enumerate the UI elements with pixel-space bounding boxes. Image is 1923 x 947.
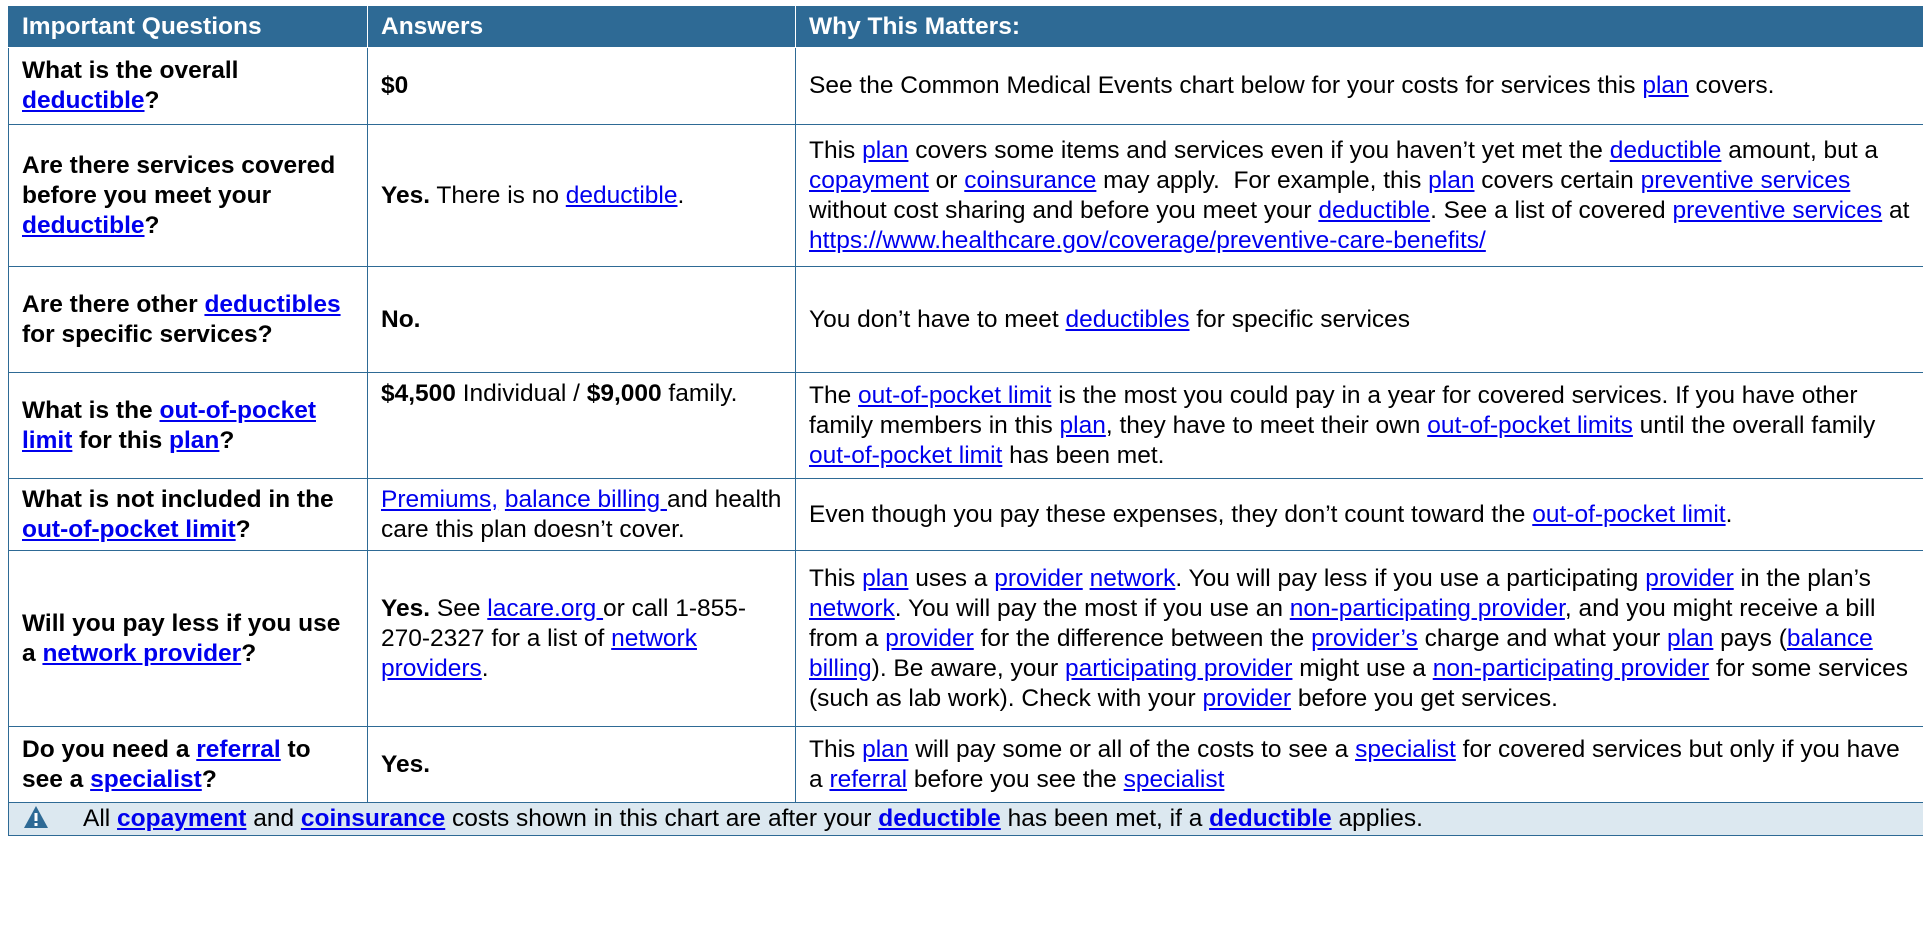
balance-billing-link[interactable]: balance billing bbox=[505, 486, 667, 513]
copayment-link[interactable]: copayment bbox=[809, 167, 929, 194]
deductible-link[interactable]: deductible bbox=[22, 87, 145, 114]
question-cell: What is not included in the out-of-pocke… bbox=[8, 478, 368, 551]
deductible-link[interactable]: deductible bbox=[1610, 137, 1722, 164]
why-cell: See the Common Medical Events chart belo… bbox=[795, 47, 1923, 125]
out-of-pocket-limit-link[interactable]: out-of-pocket limit bbox=[22, 516, 236, 543]
non-participating-provider-link[interactable]: non-participating provider bbox=[1433, 655, 1709, 682]
healthcare-gov-link[interactable]: https://www.healthcare.gov/coverage/prev… bbox=[809, 227, 1486, 254]
question-cell: Do you need a referral to see a speciali… bbox=[8, 726, 368, 803]
network-link[interactable]: network bbox=[1090, 565, 1176, 592]
header-answers: Answers bbox=[367, 6, 796, 48]
out-of-pocket-limit-link[interactable]: out-of-pocket limit bbox=[1532, 501, 1725, 528]
plan-link[interactable]: plan bbox=[862, 736, 908, 763]
provider-link[interactable]: provider bbox=[885, 625, 974, 652]
referral-link[interactable]: referral bbox=[829, 766, 907, 793]
why-cell: The out-of-pocket limit is the most you … bbox=[795, 372, 1923, 479]
network-provider-link[interactable]: network provider bbox=[42, 640, 241, 667]
coinsurance-link[interactable]: coinsurance bbox=[964, 167, 1096, 194]
question-cell: Are there other deductibles for specific… bbox=[8, 266, 368, 373]
warning-icon bbox=[23, 805, 49, 829]
coinsurance-link[interactable]: coinsurance bbox=[301, 805, 445, 832]
why-cell: This plan covers some items and services… bbox=[795, 124, 1923, 267]
plan-link[interactable]: plan bbox=[1060, 412, 1106, 439]
note-cell: All copayment and coinsurance costs show… bbox=[8, 802, 1923, 836]
deductibles-link[interactable]: deductibles bbox=[1066, 306, 1190, 333]
plan-link[interactable]: plan bbox=[169, 427, 219, 454]
answer-cell: $0 bbox=[367, 47, 796, 125]
answer-value: No. bbox=[381, 305, 421, 333]
answer-value: $0 bbox=[381, 72, 409, 99]
answer-cell: Yes. See lacare.org or call 1-855-270-23… bbox=[367, 550, 796, 727]
plan-link[interactable]: plan bbox=[862, 137, 908, 164]
preventive-services-link[interactable]: preventive services bbox=[1672, 197, 1882, 224]
answer-cell: No. bbox=[367, 266, 796, 373]
participating-provider-link[interactable]: participating provider bbox=[1065, 655, 1292, 682]
specialist-link[interactable]: specialist bbox=[1355, 736, 1456, 763]
header-row: Important Questions Answers Why This Mat… bbox=[8, 6, 1923, 48]
plan-link[interactable]: plan bbox=[1667, 625, 1713, 652]
copayment-link[interactable]: copayment bbox=[117, 805, 246, 832]
answer-cell: $4,500 Individual / $9,000 family. bbox=[367, 372, 796, 479]
sbc-table: Important Questions Answers Why This Mat… bbox=[8, 6, 1923, 836]
row-network-provider: Will you pay less if you use a network p… bbox=[8, 550, 1923, 727]
specialist-link[interactable]: specialist bbox=[1124, 766, 1225, 793]
provider-link[interactable]: provider bbox=[1203, 685, 1292, 712]
provider-link[interactable]: provider bbox=[1645, 565, 1734, 592]
question-cell: Will you pay less if you use a network p… bbox=[8, 550, 368, 727]
provider-link[interactable]: provider bbox=[994, 565, 1083, 592]
question-cell: What is the overall deductible? bbox=[8, 47, 368, 125]
row-referral-specialist: Do you need a referral to see a speciali… bbox=[8, 726, 1923, 803]
out-of-pocket-limits-link[interactable]: out-of-pocket limits bbox=[1427, 412, 1633, 439]
premiums-link[interactable]: Premiums, bbox=[381, 486, 498, 513]
answer-cell: Yes. There is no deductible. bbox=[367, 124, 796, 267]
question-cell: Are there services covered before you me… bbox=[8, 124, 368, 267]
deductible-link[interactable]: deductible bbox=[1209, 805, 1332, 832]
deductibles-link[interactable]: deductibles bbox=[204, 291, 340, 318]
out-of-pocket-limit-link[interactable]: out-of-pocket limit bbox=[809, 442, 1002, 469]
answer-value: Yes. bbox=[381, 750, 431, 778]
providers-link[interactable]: provider’s bbox=[1311, 625, 1418, 652]
why-cell: You don’t have to meet deductibles for s… bbox=[795, 266, 1923, 373]
deductible-link[interactable]: deductible bbox=[22, 212, 145, 239]
row-out-of-pocket-limit: What is the out-of-pocket limit for this… bbox=[8, 372, 1923, 479]
referral-link[interactable]: referral bbox=[196, 736, 280, 763]
why-cell: This plan uses a provider network. You w… bbox=[795, 550, 1923, 727]
out-of-pocket-limit-link[interactable]: out-of-pocket limit bbox=[858, 382, 1051, 409]
question-cell: What is the out-of-pocket limit for this… bbox=[8, 372, 368, 479]
answer-cell: Premiums, balance billing and health car… bbox=[367, 478, 796, 551]
plan-link[interactable]: plan bbox=[1428, 167, 1474, 194]
plan-link[interactable]: plan bbox=[862, 565, 908, 592]
plan-link[interactable]: plan bbox=[1642, 72, 1688, 99]
note-row: All copayment and coinsurance costs show… bbox=[8, 802, 1923, 836]
deductible-link[interactable]: deductible bbox=[1318, 197, 1430, 224]
specialist-link[interactable]: specialist bbox=[90, 766, 202, 793]
row-not-included: What is not included in the out-of-pocke… bbox=[8, 478, 1923, 551]
preventive-services-link[interactable]: preventive services bbox=[1641, 167, 1851, 194]
why-cell: Even though you pay these expenses, they… bbox=[795, 478, 1923, 551]
why-cell: This plan will pay some or all of the co… bbox=[795, 726, 1923, 803]
lacare-link[interactable]: lacare.org bbox=[487, 595, 603, 622]
row-overall-deductible: What is the overall deductible? $0 See t… bbox=[8, 47, 1923, 125]
row-other-deductibles: Are there other deductibles for specific… bbox=[8, 266, 1923, 373]
answer-cell: Yes. bbox=[367, 726, 796, 803]
header-why-this-matters: Why This Matters: bbox=[795, 6, 1923, 48]
deductible-link[interactable]: deductible bbox=[566, 182, 678, 209]
deductible-link[interactable]: deductible bbox=[878, 805, 1001, 832]
row-services-before-deductible: Are there services covered before you me… bbox=[8, 124, 1923, 267]
header-important-questions: Important Questions bbox=[8, 6, 368, 48]
non-participating-provider-link[interactable]: non-participating provider bbox=[1290, 595, 1565, 622]
network-link[interactable]: network bbox=[809, 595, 895, 622]
